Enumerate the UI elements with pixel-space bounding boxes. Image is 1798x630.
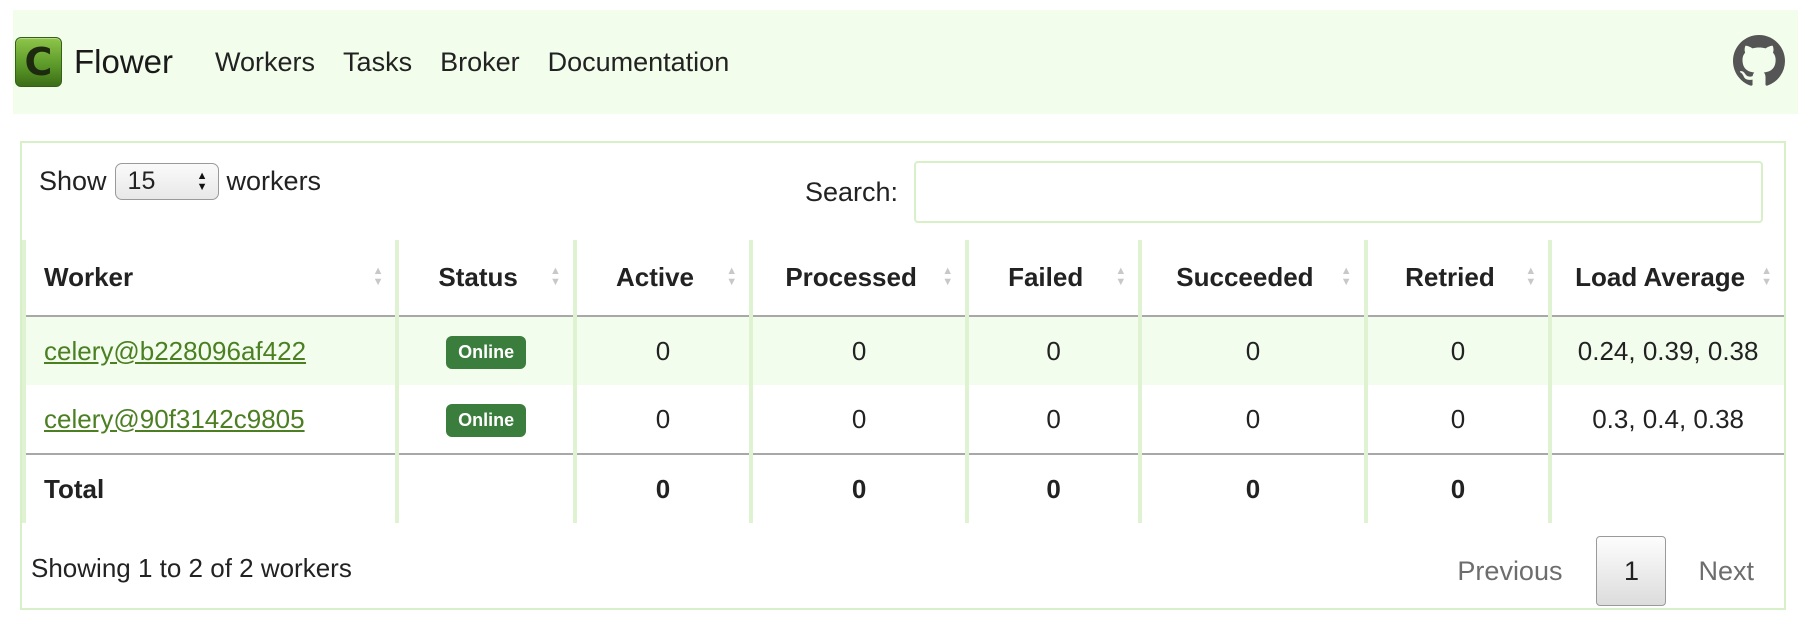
- column-header-load-average[interactable]: Load Average ▲ ▼: [1548, 240, 1784, 317]
- total-load-average: [1548, 453, 1784, 523]
- search-label: Search:: [805, 176, 899, 207]
- show-label: Show: [39, 166, 107, 196]
- worker-cell: celery@b228096af422: [21, 316, 398, 385]
- logo-letter: C: [24, 40, 53, 84]
- sort-icon: ▲ ▼: [1525, 265, 1537, 288]
- nav-workers[interactable]: Workers: [215, 47, 315, 78]
- workers-label: workers: [226, 166, 322, 196]
- status-badge: Online: [446, 335, 527, 369]
- column-header-status[interactable]: Status ▲ ▼: [395, 240, 575, 317]
- page-length-value: 15: [127, 167, 156, 195]
- succeeded-cell: 0: [1138, 316, 1366, 385]
- search-control: Search:: [805, 161, 1764, 223]
- page-1-button[interactable]: 1: [1596, 536, 1667, 606]
- nav-tasks[interactable]: Tasks: [343, 47, 412, 78]
- active-cell: 0: [572, 385, 752, 454]
- brand-name: Flower: [74, 43, 174, 80]
- processed-cell: 0: [749, 385, 968, 454]
- sort-icon: ▲ ▼: [942, 265, 954, 288]
- column-header-retried[interactable]: Retried ▲ ▼: [1363, 240, 1551, 317]
- total-retried: 0: [1363, 453, 1551, 523]
- total-status-cell: [395, 453, 575, 523]
- worker-link[interactable]: celery@90f3142c9805: [44, 404, 305, 434]
- column-header-worker[interactable]: Worker ▲ ▼: [21, 240, 398, 317]
- load-average-cell: 0.3, 0.4, 0.38: [1548, 385, 1784, 454]
- table-row: celery@b228096af422 Online 0 0 0 0 0 0.2…: [21, 316, 1784, 385]
- worker-link[interactable]: celery@b228096af422: [44, 336, 306, 366]
- succeeded-cell: 0: [1138, 385, 1366, 454]
- status-cell: Online: [395, 385, 575, 454]
- table-header-row: Worker ▲ ▼ Status ▲ ▼ Active ▲ ▼ Processed ▲ ▼ F…: [21, 240, 1784, 317]
- column-header-failed[interactable]: Failed ▲ ▼: [965, 240, 1141, 317]
- next-page-button[interactable]: Next: [1698, 556, 1754, 587]
- select-arrows-icon: ▲ ▼: [196, 169, 208, 193]
- table-row: celery@90f3142c9805 Online 0 0 0 0 0 0.3…: [21, 385, 1784, 454]
- sort-icon: ▲ ▼: [549, 265, 561, 288]
- failed-cell: 0: [965, 385, 1141, 454]
- sort-icon: ▲ ▼: [1761, 265, 1772, 288]
- total-succeeded: 0: [1138, 453, 1366, 523]
- table-info: Showing 1 to 2 of 2 workers: [31, 553, 352, 583]
- nav-documentation[interactable]: Documentation: [548, 47, 730, 78]
- total-row: Total 0 0 0 0 0: [21, 453, 1784, 523]
- page-length-control: Show 15 ▲ ▼ workers: [39, 163, 321, 200]
- retried-cell: 0: [1363, 316, 1551, 385]
- processed-cell: 0: [749, 316, 968, 385]
- column-header-active[interactable]: Active ▲ ▼: [572, 240, 752, 317]
- status-badge: Online: [446, 403, 527, 437]
- total-processed: 0: [749, 453, 968, 523]
- nav-menu: Workers Tasks Broker Documentation: [215, 47, 757, 78]
- active-cell: 0: [572, 316, 752, 385]
- column-header-processed[interactable]: Processed ▲ ▼: [749, 240, 968, 317]
- sort-icon: ▲ ▼: [1340, 265, 1352, 288]
- previous-page-button[interactable]: Previous: [1457, 556, 1562, 587]
- github-icon-svg: [1733, 35, 1785, 86]
- search-input[interactable]: [914, 161, 1764, 223]
- worker-cell: celery@90f3142c9805: [21, 385, 398, 454]
- navbar: C Flower Workers Tasks Broker Documentat…: [13, 10, 1798, 114]
- sort-icon: ▲ ▼: [1115, 265, 1127, 288]
- sort-icon: ▲ ▼: [372, 265, 384, 288]
- sort-icon: ▲ ▼: [726, 265, 738, 288]
- load-average-cell: 0.24, 0.39, 0.38: [1548, 316, 1784, 385]
- total-label: Total: [21, 453, 398, 523]
- total-active: 0: [572, 453, 752, 523]
- retried-cell: 0: [1363, 385, 1551, 454]
- page-length-select[interactable]: 15 ▲ ▼: [114, 163, 219, 200]
- brand[interactable]: C Flower: [15, 37, 173, 87]
- workers-panel: Show 15 ▲ ▼ workers Search: Worker ▲ ▼ Stat…: [20, 141, 1786, 610]
- failed-cell: 0: [965, 316, 1141, 385]
- total-failed: 0: [965, 453, 1141, 523]
- github-icon[interactable]: [1733, 35, 1785, 87]
- pagination: Previous 1 Next: [1457, 536, 1754, 606]
- status-cell: Online: [395, 316, 575, 385]
- celery-logo-icon: C: [15, 37, 62, 87]
- nav-broker[interactable]: Broker: [440, 47, 520, 78]
- column-header-succeeded[interactable]: Succeeded ▲ ▼: [1138, 240, 1366, 317]
- workers-table: Worker ▲ ▼ Status ▲ ▼ Active ▲ ▼ Processed ▲ ▼ F…: [21, 240, 1784, 523]
